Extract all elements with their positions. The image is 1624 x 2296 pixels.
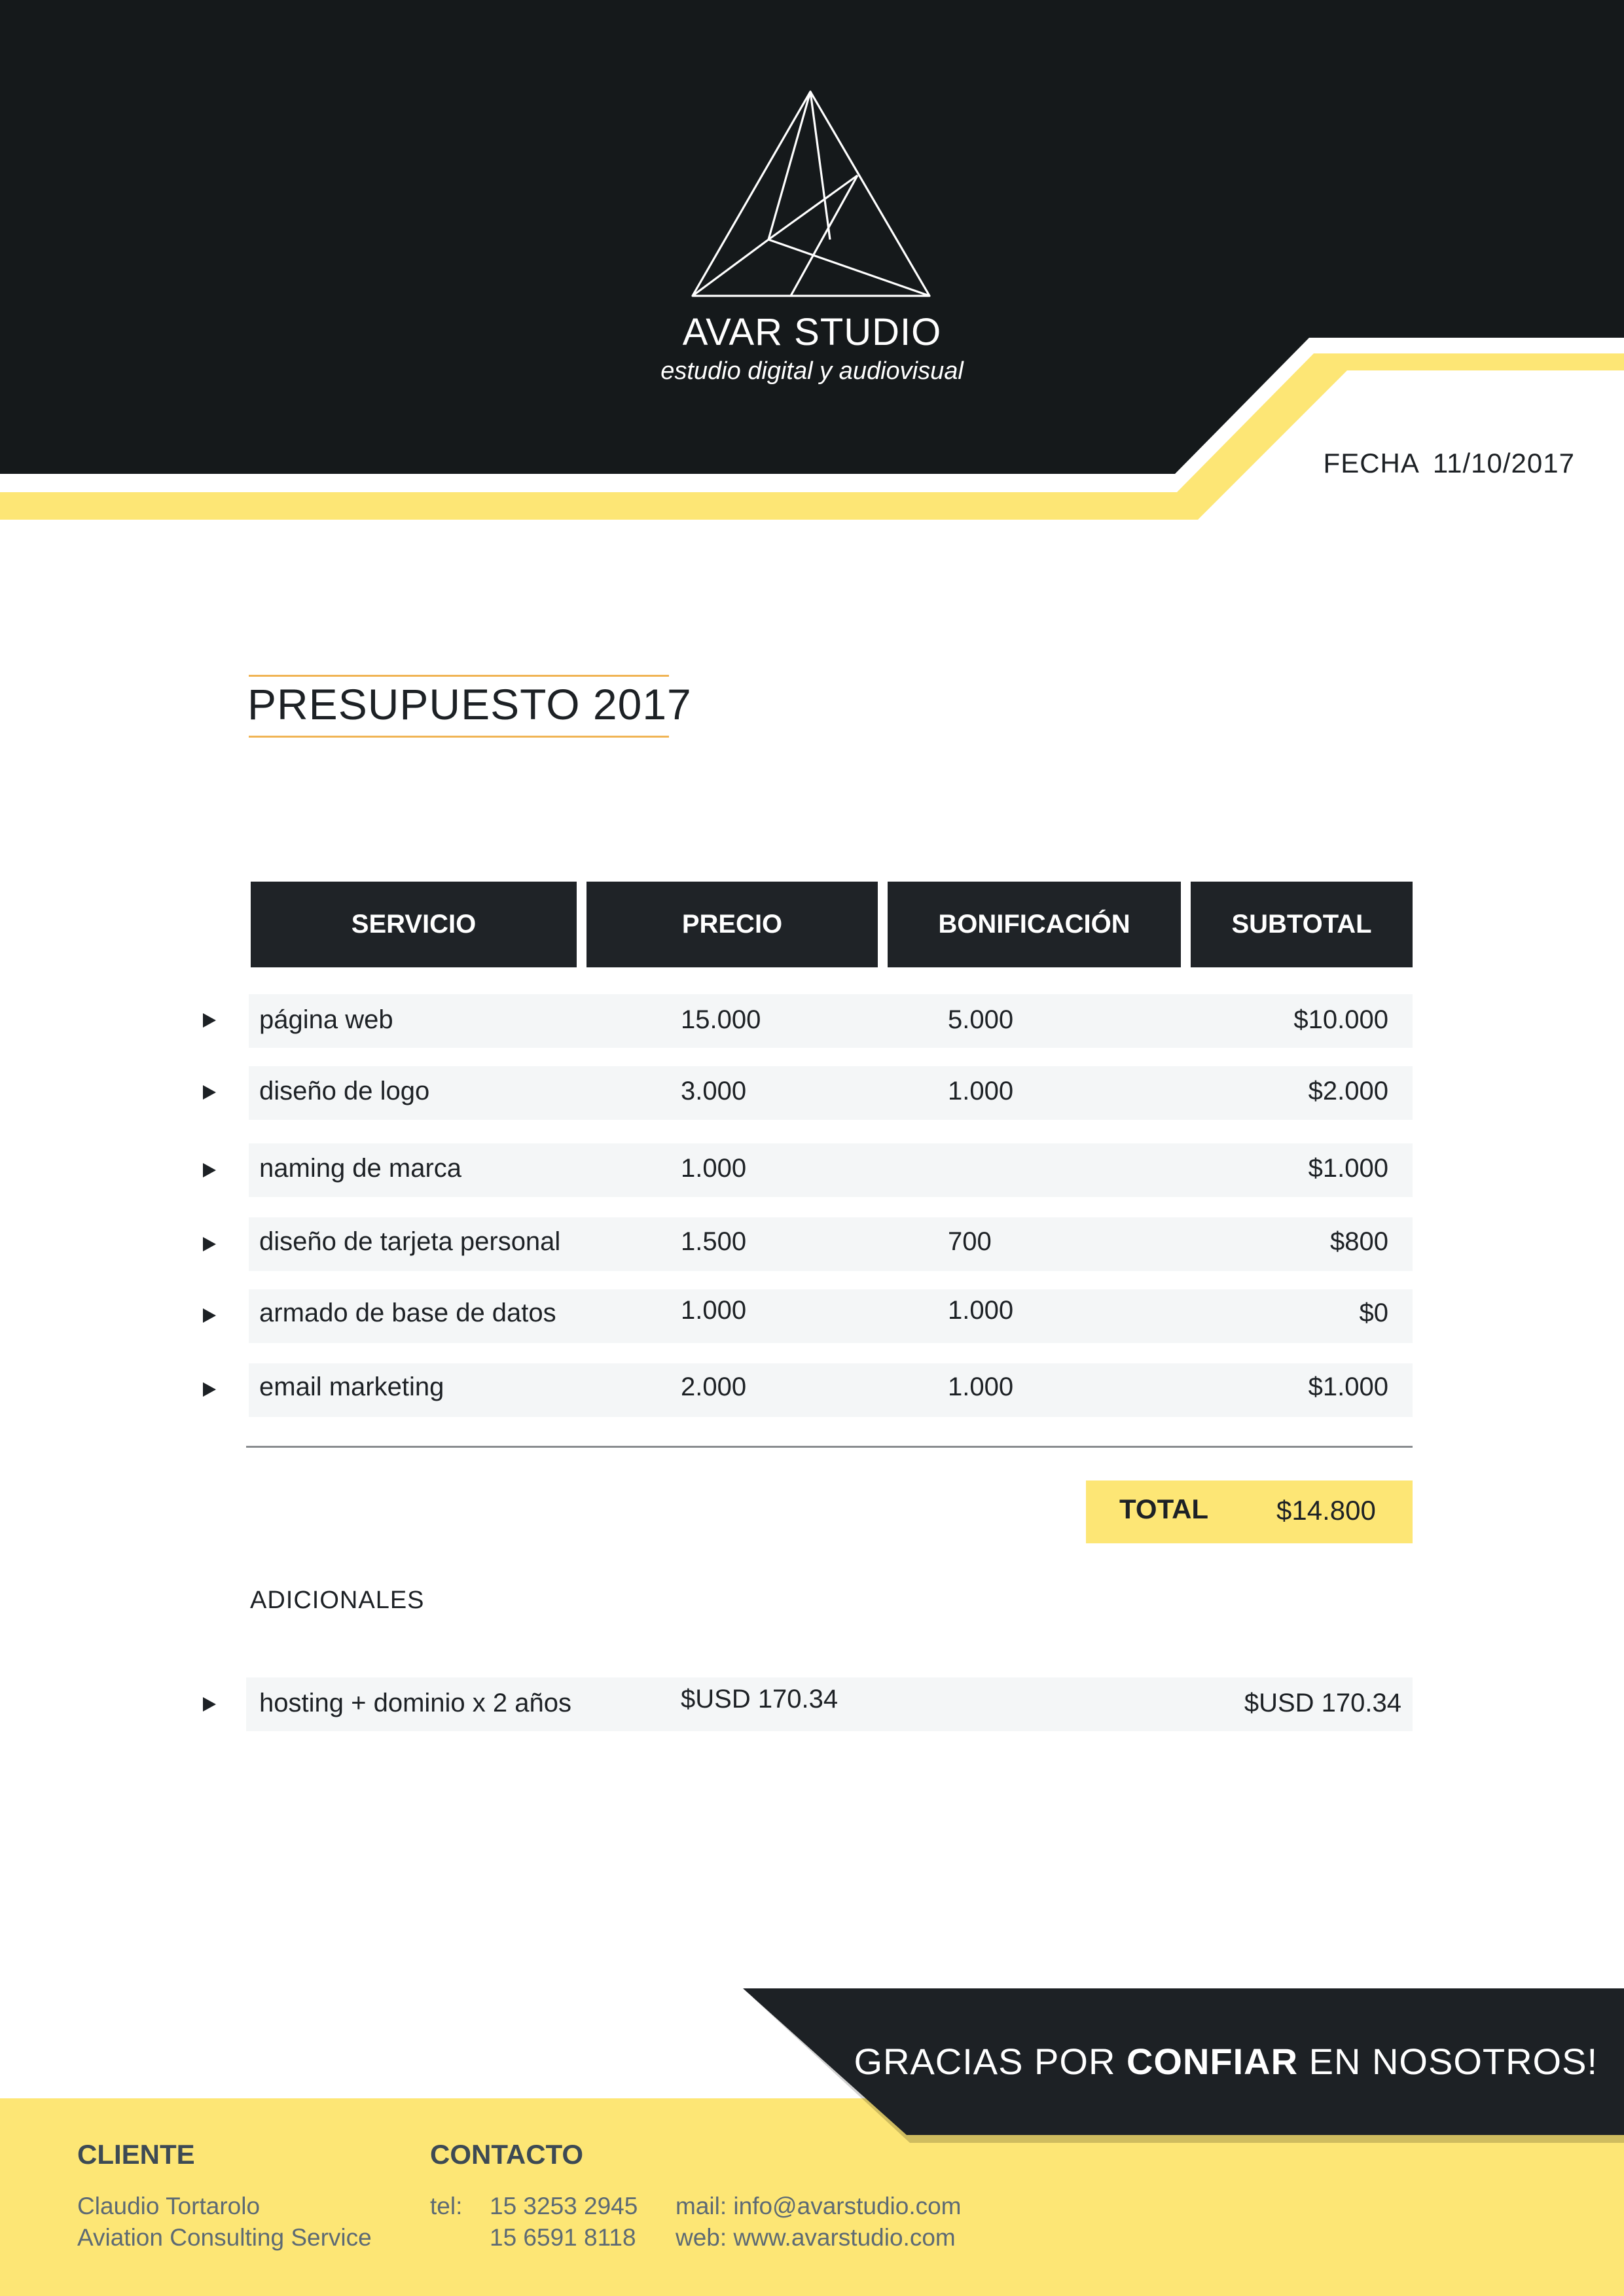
cell-servicio: naming de marca — [259, 1154, 462, 1183]
date-label: FECHA — [1323, 448, 1420, 478]
cell-servicio: email marketing — [259, 1372, 444, 1401]
date-value: 11/10/2017 — [1432, 448, 1575, 478]
cell-bonificacion: 700 — [948, 1227, 992, 1256]
contact-web[interactable]: web: www.avarstudio.com — [676, 2224, 956, 2251]
cell-bonificacion: 1.000 — [948, 1296, 1014, 1325]
cell-subtotal: $1.000 — [1308, 1372, 1388, 1401]
table-separator — [246, 1446, 1413, 1448]
title-bottom-line — [249, 736, 669, 738]
total-value: $14.800 — [1276, 1495, 1376, 1526]
thanks-before: GRACIAS POR — [854, 2041, 1127, 2082]
row-bullet-icon — [203, 1013, 216, 1028]
cell-servicio: hosting + dominio x 2 años — [259, 1689, 571, 1717]
header-precio: PRECIO — [586, 882, 878, 967]
cell-precio: 3.000 — [681, 1077, 747, 1105]
title-top-line — [249, 675, 669, 677]
cell-precio: 1.500 — [681, 1227, 747, 1256]
row-bullet-icon — [203, 1382, 216, 1397]
cell-precio: $USD 170.34 — [681, 1685, 839, 1713]
cell-bonificacion: 5.000 — [948, 1005, 1014, 1034]
total-label: TOTAL — [1119, 1494, 1209, 1524]
cell-precio: 1.000 — [681, 1296, 747, 1325]
table-row — [249, 994, 1413, 1048]
client-name: Claudio Tortarolo — [77, 2193, 261, 2219]
phone-secondary: 15 6591 8118 — [490, 2224, 636, 2251]
cell-servicio: diseño de tarjeta personal — [259, 1227, 561, 1256]
brand-tagline: estudio digital y audiovisual — [660, 357, 964, 385]
thanks-message: GRACIAS POR CONFIAR EN NOSOTROS! — [854, 2040, 1598, 2083]
cell-bonificacion: 1.000 — [948, 1372, 1014, 1401]
client-heading: CLIENTE — [77, 2139, 195, 2170]
cell-servicio: armado de base de datos — [259, 1299, 556, 1327]
header-bonificacion: BONIFICACIÓN — [888, 882, 1181, 967]
phone-primary: 15 3253 2945 — [490, 2193, 638, 2219]
date-field: FECHA 11/10/2017 — [1324, 448, 1575, 479]
triangle-geometric-logo — [691, 90, 931, 297]
cell-subtotal: $USD 170.34 — [1244, 1689, 1401, 1717]
cell-precio: 2.000 — [681, 1372, 747, 1401]
cell-bonificacion: 1.000 — [948, 1077, 1014, 1105]
header-servicio: SERVICIO — [251, 882, 577, 967]
cell-subtotal: $0 — [1359, 1299, 1389, 1327]
thanks-bold: CONFIAR — [1126, 2041, 1299, 2082]
row-bullet-icon — [203, 1085, 216, 1100]
header-subtotal: SUBTOTAL — [1191, 882, 1413, 967]
page-title: PRESUPUESTO 2017 — [247, 680, 692, 728]
cell-subtotal: $1.000 — [1308, 1154, 1388, 1183]
cell-subtotal: $800 — [1330, 1227, 1388, 1256]
thanks-after: EN NOSOTROS! — [1298, 2041, 1598, 2082]
row-bullet-icon — [203, 1163, 216, 1177]
tel-label: tel: — [430, 2193, 463, 2219]
contact-heading: CONTACTO — [430, 2139, 584, 2170]
contact-email[interactable]: mail: info@avarstudio.com — [676, 2193, 962, 2220]
cell-precio: 1.000 — [681, 1154, 747, 1183]
brand-name: AVAR STUDIO — [682, 311, 942, 353]
additional-heading: ADICIONALES — [250, 1587, 425, 1614]
client-company: Aviation Consulting Service — [77, 2224, 372, 2251]
cell-servicio: diseño de logo — [259, 1077, 430, 1105]
row-bullet-icon — [203, 1237, 216, 1251]
cell-subtotal: $10.000 — [1293, 1005, 1388, 1034]
cell-precio: 15.000 — [681, 1005, 761, 1034]
cell-subtotal: $2.000 — [1308, 1077, 1388, 1105]
row-bullet-icon — [203, 1697, 216, 1712]
row-bullet-icon — [203, 1308, 216, 1323]
cell-servicio: página web — [259, 1005, 393, 1034]
